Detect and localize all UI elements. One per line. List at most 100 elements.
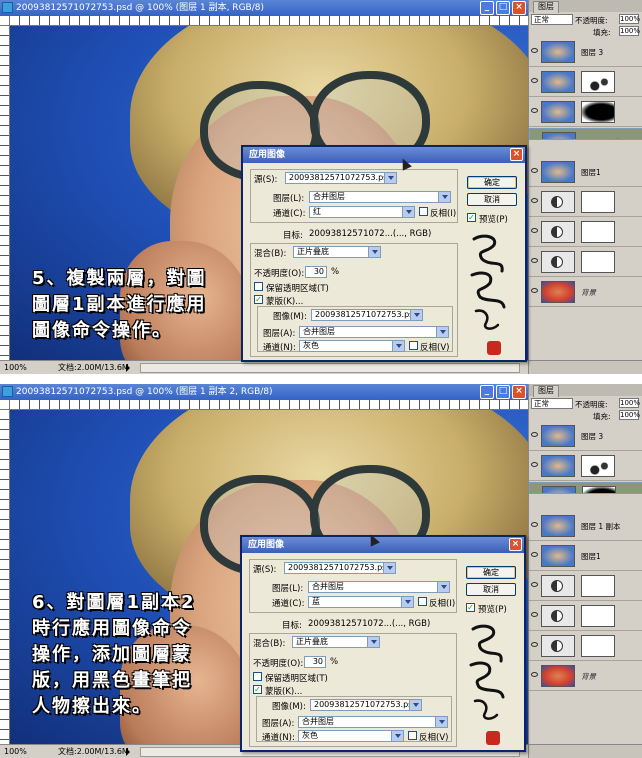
mask-invert-checkbox[interactable] (408, 731, 417, 740)
layer-mask-thumbnail[interactable] (581, 191, 615, 213)
layer-mask-thumbnail[interactable] (581, 101, 615, 123)
layer-row[interactable] (529, 248, 642, 277)
zoom-level[interactable]: 100% (4, 361, 27, 374)
dialog-opacity-input[interactable]: 30 (304, 656, 326, 668)
invert-checkbox[interactable] (419, 207, 428, 216)
close-button[interactable]: × (512, 385, 526, 399)
eye-icon[interactable] (532, 139, 539, 140)
mask-channel-select[interactable]: 灰色 (298, 730, 404, 742)
horizontal-ruler[interactable] (10, 400, 528, 410)
eye-icon[interactable] (531, 612, 538, 617)
status-menu-arrow-icon[interactable] (126, 364, 130, 372)
dialog-opacity-input[interactable]: 30 (305, 266, 327, 278)
layer-mask-thumbnail[interactable] (581, 221, 615, 243)
opacity-input[interactable]: 100% (619, 14, 640, 24)
layer-select[interactable]: 合并图层 (308, 581, 450, 593)
layer-row[interactable]: 图层 1 副本 (529, 512, 642, 541)
layer-mask-thumbnail[interactable] (581, 455, 615, 477)
zoom-level[interactable]: 100% (4, 745, 27, 758)
cancel-button[interactable]: 取消 (466, 583, 516, 596)
layer-select[interactable]: 合并图层 (309, 191, 451, 203)
layer-mask-thumbnail[interactable] (581, 575, 615, 597)
layer-row[interactable] (529, 452, 642, 481)
vertical-ruler[interactable] (0, 410, 10, 744)
eye-icon[interactable] (531, 642, 538, 647)
source-select[interactable]: 20093812571072753.psd (285, 172, 397, 184)
preview-checkbox[interactable]: ✓ (467, 213, 476, 222)
eye-icon[interactable] (531, 552, 538, 557)
maximize-button[interactable]: □ (496, 385, 510, 399)
layer-row[interactable]: 图层1 (529, 542, 642, 571)
blend-mode-select[interactable]: 正常 (531, 398, 573, 409)
layers-panel-toolbar[interactable] (529, 744, 642, 758)
invert-checkbox[interactable] (418, 597, 427, 606)
layer-mask-thumbnail[interactable] (582, 486, 616, 493)
fill-input[interactable]: 100% (619, 26, 640, 36)
layer-row[interactable] (529, 188, 642, 217)
mask-layer-select[interactable]: 合并图层 (299, 326, 449, 338)
close-button[interactable]: × (512, 1, 526, 15)
minimize-button[interactable]: _ (480, 385, 494, 399)
channel-select[interactable]: 蓝 (308, 596, 414, 608)
layer-row[interactable] (529, 572, 642, 601)
ruler-origin[interactable] (0, 16, 10, 26)
mask-image-select[interactable]: 20093812571072753.psd (311, 309, 423, 321)
minimize-button[interactable]: _ (480, 1, 494, 15)
eye-icon[interactable] (531, 582, 538, 587)
eye-icon[interactable] (531, 168, 538, 173)
preserve-transparency-checkbox[interactable] (253, 672, 262, 681)
layer-mask-thumbnail[interactable] (581, 251, 615, 273)
cancel-button[interactable]: 取消 (467, 193, 517, 206)
eye-icon[interactable] (531, 198, 538, 203)
ok-button[interactable]: 确定 (467, 176, 517, 189)
mask-checkbox[interactable]: ✓ (253, 685, 262, 694)
eye-icon[interactable] (531, 672, 538, 677)
eye-icon[interactable] (531, 228, 538, 233)
layer-row[interactable]: 背景 (529, 662, 642, 691)
layer-mask-thumbnail[interactable] (581, 71, 615, 93)
layer-row[interactable]: 图层 1 副本 (529, 128, 642, 140)
layer-row[interactable]: 图层1 (529, 158, 642, 187)
ruler-origin[interactable] (0, 400, 10, 410)
layer-row[interactable]: 背景 (529, 278, 642, 307)
eye-icon[interactable] (531, 522, 538, 527)
channel-select[interactable]: 红 (309, 206, 415, 218)
status-menu-arrow-icon[interactable] (126, 748, 130, 756)
layers-panel-toolbar[interactable] (529, 360, 642, 374)
layer-mask-thumbnail[interactable] (581, 635, 615, 657)
preserve-transparency-checkbox[interactable] (254, 282, 263, 291)
dialog-close-button[interactable]: × (509, 538, 522, 551)
vertical-ruler[interactable] (0, 26, 10, 360)
source-select[interactable]: 20093812571072753.psd (284, 562, 396, 574)
ok-button[interactable]: 确定 (466, 566, 516, 579)
eye-icon[interactable] (531, 462, 538, 467)
horizontal-scrollbar[interactable] (140, 363, 520, 373)
eye-icon[interactable] (531, 108, 538, 113)
layer-row[interactable] (529, 98, 642, 127)
blend-select[interactable]: 正片叠底 (293, 246, 381, 258)
eye-icon[interactable] (531, 288, 538, 293)
eye-icon[interactable] (532, 493, 539, 494)
eye-icon[interactable] (531, 258, 538, 263)
mask-invert-checkbox[interactable] (409, 341, 418, 350)
layer-mask-thumbnail[interactable] (581, 605, 615, 627)
layer-row[interactable] (529, 632, 642, 661)
dialog-close-button[interactable]: × (510, 148, 523, 161)
layer-row[interactable]: 图层 3 (529, 38, 642, 67)
mask-channel-select[interactable]: 灰色 (299, 340, 405, 352)
blend-mode-select[interactable]: 正常 (531, 14, 573, 25)
mask-image-select[interactable]: 20093812571072753.psd (310, 699, 422, 711)
mask-checkbox[interactable]: ✓ (254, 295, 263, 304)
eye-icon[interactable] (531, 48, 538, 53)
layer-row[interactable] (529, 68, 642, 97)
maximize-button[interactable]: □ (496, 1, 510, 15)
eye-icon[interactable] (531, 78, 538, 83)
layer-row[interactable]: 图层 3 (529, 422, 642, 451)
layer-row[interactable] (529, 602, 642, 631)
layer-row[interactable] (529, 482, 642, 494)
mask-layer-select[interactable]: 合并图层 (298, 716, 448, 728)
layer-row[interactable] (529, 218, 642, 247)
preview-checkbox[interactable]: ✓ (466, 603, 475, 612)
fill-input[interactable]: 100% (619, 410, 640, 420)
horizontal-ruler[interactable] (10, 16, 528, 26)
